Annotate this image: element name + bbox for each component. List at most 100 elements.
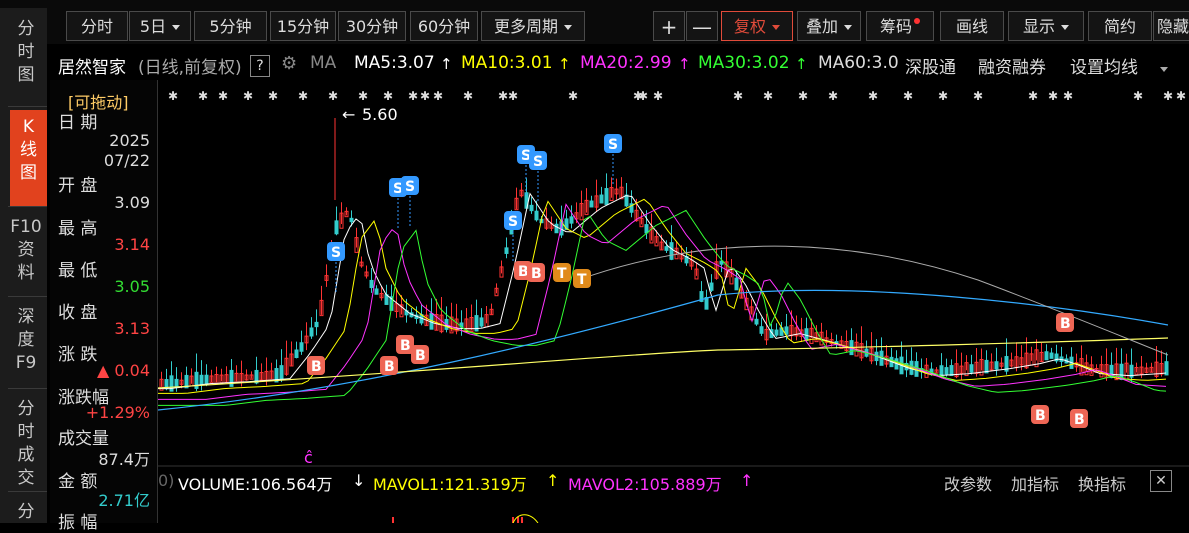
candle-body [529, 204, 534, 212]
toolbar-button-chouma[interactable]: 筹码 [866, 11, 934, 41]
signal-star-icon: ✱ [973, 89, 983, 103]
left-nav-item-0[interactable]: 分 时 图 [8, 12, 44, 96]
period-button-60min[interactable]: 60分钟 [410, 11, 478, 41]
stock-name: 居然智家 [58, 58, 126, 78]
toolbar-button-yincang[interactable]: 隐藏 [1153, 11, 1189, 41]
candle-body [569, 216, 574, 224]
signal-star-icon: ✱ [463, 89, 473, 103]
chevron-down-icon [844, 25, 852, 30]
close-value: 3.13 [114, 319, 150, 338]
gear-icon[interactable]: ⚙ [281, 53, 297, 74]
candle-body [774, 329, 779, 336]
signal-star-icon: ✱ [568, 89, 578, 103]
period-button-5day[interactable]: 5日 [129, 11, 191, 41]
date-label: 日 期 [58, 113, 98, 133]
nav-separator [8, 388, 47, 389]
data-panel: [可拖动] 日 期 2025 07/22 开 盘 3.09 最 高 3.14 最… [50, 80, 158, 533]
period-button-label: 更多周期 [493, 17, 558, 36]
candle-body [759, 326, 764, 334]
period-button-15min[interactable]: 15分钟 [270, 11, 336, 41]
volume-value-label: VOLUME:106.564万 [178, 475, 333, 494]
ma-long-line-grey [577, 245, 1169, 356]
left-nav-item-4[interactable]: 分 时 成 交 [8, 392, 44, 498]
signal-star-icon: ✱ [218, 89, 228, 103]
toolbar-button-label: 显示 [1022, 17, 1055, 36]
toolbar-button-plus[interactable]: + [653, 11, 685, 41]
max-price-arrow-icon: ← [342, 105, 355, 124]
period-button-more[interactable]: 更多周期 [481, 11, 585, 41]
mavol1-arrow-icon: ↑ [546, 471, 560, 490]
candle-body [369, 279, 374, 289]
candle-body [944, 367, 949, 375]
signal-star-icon: ✱ [638, 89, 648, 103]
ma60-value: MA60:3.0 [818, 53, 899, 73]
toolbar-button-xianshi[interactable]: 显示 [1008, 11, 1084, 41]
toolbar-button-jianyue[interactable]: 简约 [1088, 11, 1152, 41]
toolbar-button-label: 复权 [733, 17, 766, 36]
volume-down-arrow-icon: ↓ [352, 471, 366, 490]
volume-info-line: 0) VOLUME:106.564万 ↓ MAVOL1:121.319万 ↑ M… [158, 468, 1189, 494]
toolbar-button-huaxian[interactable]: 画线 [940, 11, 1004, 41]
candle-body [374, 288, 379, 295]
ma-label: MA [310, 53, 337, 73]
signal-star-icon: ✱ [1133, 89, 1143, 103]
nav-separator [8, 206, 47, 207]
signal-star-icon: ✱ [763, 89, 773, 103]
signal-star-icon: ✱ [408, 89, 418, 103]
amplitude-label: 振 幅 [58, 513, 98, 533]
chevron-down-icon [172, 25, 181, 30]
signal-star-icon: ✱ [168, 89, 178, 103]
amount-label: 金 额 [58, 472, 98, 492]
period-button-label: 5分钟 [209, 17, 252, 36]
toolbar-button-label: 简约 [1103, 17, 1136, 36]
buy-signal-label: B [1035, 408, 1046, 424]
low-value: 3.05 [114, 277, 150, 296]
signal-star-icon: ✱ [653, 89, 663, 103]
candle-body [734, 277, 739, 291]
open-value: 3.09 [114, 193, 150, 212]
toolbar-button-label: — [692, 15, 712, 39]
toolbar-button-diejia[interactable]: 叠加 [797, 11, 861, 41]
sell-signal-label: S [405, 179, 415, 195]
sell-signal-label: S [508, 214, 518, 230]
signal-star-icon: ✱ [298, 89, 308, 103]
toolbar-button-fuquan[interactable]: 复权 [721, 11, 793, 41]
set-ma-chevron-down-icon [1154, 59, 1168, 79]
close-icon[interactable]: ✕ [1150, 470, 1172, 492]
nav-separator [8, 296, 47, 297]
buy-signal-label: B [384, 359, 395, 375]
period-button-30min[interactable]: 30分钟 [338, 11, 406, 41]
candle-body [504, 247, 509, 254]
change-indicator-button[interactable]: 换指标 [1078, 471, 1126, 495]
add-indicator-button[interactable]: 加指标 [1011, 471, 1059, 495]
candle-body [754, 318, 759, 325]
period-button-fenshi[interactable]: 分时 [66, 11, 128, 41]
candle-body [294, 349, 299, 359]
left-nav-item-2[interactable]: F10 资 料 [8, 210, 44, 298]
edit-params-button[interactable]: 改参数 [944, 471, 992, 495]
set-ma-button[interactable]: 设置均线 [1070, 53, 1138, 78]
left-nav-item-1[interactable]: K 线 图 [10, 110, 47, 206]
ma5-arrow-icon: ↑ [440, 55, 453, 73]
signal-star-icon: ✱ [383, 89, 393, 103]
buy-signal-label: B [400, 338, 411, 354]
rzrq-link[interactable]: 融资融券 [978, 53, 1046, 78]
signal-star-icon: ✱ [798, 89, 808, 103]
shengutong-link[interactable]: 深股通 [905, 53, 956, 78]
pct-value: +1.29% [85, 403, 150, 422]
left-nav-item-5[interactable]: 分 [8, 495, 44, 529]
chevron-down-icon [564, 25, 572, 30]
ma5-value: MA5:3.07 [354, 53, 435, 73]
candle-body [1049, 352, 1054, 359]
toolbar-button-minus[interactable]: — [686, 11, 718, 41]
signal-star-icon: ✱ [903, 89, 913, 103]
notification-dot-icon [914, 18, 920, 24]
kline-chart[interactable]: ← 5.60✱ ✱ ✱ ✱ ✱ ✱ ✱ ✱ ✱ ✱ ✱ ✱ ✱ ✱ ✱ ✱ ✱✱ ✱ ✱ ✱ ✱ ✱ ✱ ✱ ✱ ✱ ✱ ✱ ✱ ✱ ✱ ✱SS… [158, 80, 1189, 523]
help-icon[interactable]: ? [250, 55, 270, 77]
volume-prefix: 0) [158, 471, 175, 490]
period-button-5min[interactable]: 5分钟 [194, 11, 267, 41]
left-nav-item-3[interactable]: 深 度 F9 [8, 300, 44, 392]
volume-value: 87.4万 [98, 450, 150, 469]
high-label: 最 高 [58, 219, 98, 239]
signal-star-icon: ✱ [198, 89, 208, 103]
